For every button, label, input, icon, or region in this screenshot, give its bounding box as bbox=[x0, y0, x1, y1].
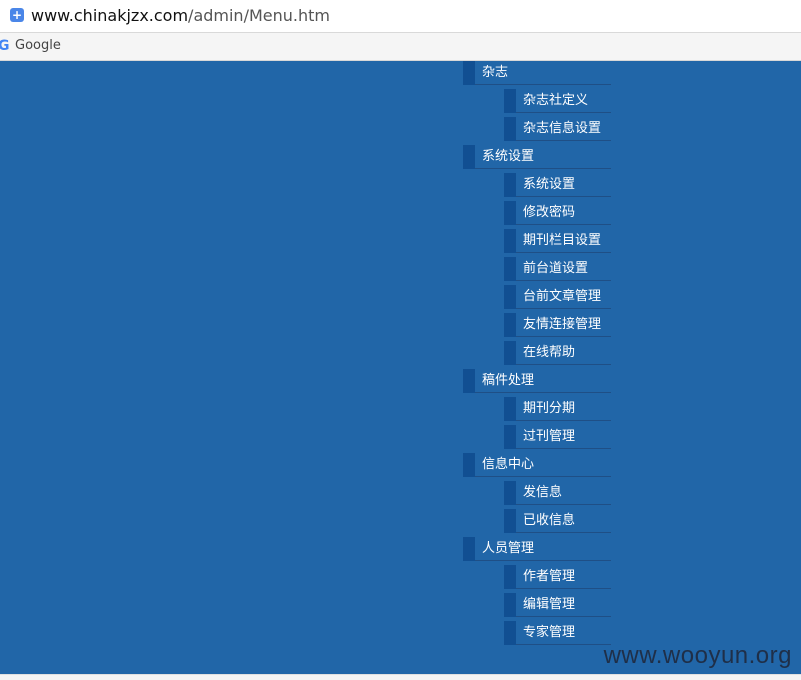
menu-section-label: 信息中心 bbox=[482, 457, 535, 472]
menu-marker bbox=[504, 481, 516, 505]
menu-item-label: 期刊栏目设置 bbox=[523, 233, 602, 248]
menu-item-label: 前台道设置 bbox=[523, 261, 589, 276]
menu-item-front-article-management[interactable]: 台前文章管理 bbox=[504, 285, 611, 309]
menu-marker bbox=[504, 285, 516, 309]
menu-marker bbox=[504, 397, 516, 421]
menu-marker bbox=[463, 61, 475, 85]
menu-item-author-management[interactable]: 作者管理 bbox=[504, 565, 611, 589]
menu-marker bbox=[504, 117, 516, 141]
menu-section-system-settings[interactable]: 系统设置 bbox=[463, 145, 611, 169]
menu-marker bbox=[504, 593, 516, 617]
url-text[interactable]: www.chinakjzx.com/admin/Menu.htm bbox=[31, 6, 330, 26]
menu-item-change-password[interactable]: 修改密码 bbox=[504, 201, 611, 225]
menu-item-label: 修改密码 bbox=[523, 205, 576, 220]
google-bookmark[interactable]: Google bbox=[15, 38, 61, 54]
menu-item-magazine-info-settings[interactable]: 杂志信息设置 bbox=[504, 117, 611, 141]
menu-marker bbox=[504, 509, 516, 533]
url-host: www.chinakjzx.com bbox=[31, 6, 189, 25]
menu-marker bbox=[504, 313, 516, 337]
menu-marker bbox=[504, 565, 516, 589]
menu-section-manuscript-processing[interactable]: 稿件处理 bbox=[463, 369, 611, 393]
menu-item-journal-issues[interactable]: 期刊分期 bbox=[504, 397, 611, 421]
menu-section-label: 系统设置 bbox=[482, 149, 535, 164]
menu-item-label: 系统设置 bbox=[523, 177, 576, 192]
menu-item-label: 友情连接管理 bbox=[523, 317, 602, 332]
menu-marker bbox=[463, 369, 475, 393]
browser-window: + www.chinakjzx.com/admin/Menu.htm G Goo… bbox=[0, 0, 801, 680]
menu-marker bbox=[504, 89, 516, 113]
bottom-strip bbox=[0, 674, 801, 680]
menu-marker bbox=[504, 621, 516, 645]
google-icon: G bbox=[0, 38, 10, 54]
menu-item-label: 杂志信息设置 bbox=[523, 121, 602, 136]
menu-item-expert-management[interactable]: 专家管理 bbox=[504, 621, 611, 645]
menu-item-label: 期刊分期 bbox=[523, 401, 576, 416]
menu-section-magazine[interactable]: 杂志 bbox=[463, 61, 611, 85]
address-bar[interactable]: + www.chinakjzx.com/admin/Menu.htm bbox=[0, 0, 801, 33]
menu-section-message-center[interactable]: 信息中心 bbox=[463, 453, 611, 477]
menu-marker bbox=[504, 229, 516, 253]
menu-section-label: 杂志 bbox=[482, 65, 509, 80]
menu-item-label: 过刊管理 bbox=[523, 429, 576, 444]
menu-section-label: 人员管理 bbox=[482, 541, 535, 556]
menu-marker bbox=[504, 201, 516, 225]
menu-item-front-channel-settings[interactable]: 前台道设置 bbox=[504, 257, 611, 281]
menu-item-journal-column-settings[interactable]: 期刊栏目设置 bbox=[504, 229, 611, 253]
menu-item-label: 专家管理 bbox=[523, 625, 576, 640]
menu-item-received-messages[interactable]: 已收信息 bbox=[504, 509, 611, 533]
menu-item-online-help[interactable]: 在线帮助 bbox=[504, 341, 611, 365]
watermark: www.wooyun.org bbox=[603, 642, 792, 669]
menu-marker bbox=[504, 173, 516, 197]
menu-item-label: 编辑管理 bbox=[523, 597, 576, 612]
menu-item-label: 台前文章管理 bbox=[523, 289, 602, 304]
menu-item-label: 发信息 bbox=[523, 485, 563, 500]
admin-menu-page: 杂志 杂志社定义 杂志信息设置 系统设置 系统设置 修改密码 期刊栏目设置 前台… bbox=[0, 61, 801, 674]
admin-menu: 杂志 杂志社定义 杂志信息设置 系统设置 系统设置 修改密码 期刊栏目设置 前台… bbox=[463, 61, 611, 649]
url-path: /admin/Menu.htm bbox=[188, 6, 330, 25]
menu-item-label: 在线帮助 bbox=[523, 345, 576, 360]
menu-marker bbox=[463, 537, 475, 561]
menu-marker bbox=[463, 453, 475, 477]
menu-marker bbox=[504, 425, 516, 449]
menu-item-system-settings[interactable]: 系统设置 bbox=[504, 173, 611, 197]
menu-item-label: 已收信息 bbox=[523, 513, 576, 528]
menu-item-label: 作者管理 bbox=[523, 569, 576, 584]
menu-item-past-issues-management[interactable]: 过刊管理 bbox=[504, 425, 611, 449]
menu-item-label: 杂志社定义 bbox=[523, 93, 589, 108]
menu-section-personnel-management[interactable]: 人员管理 bbox=[463, 537, 611, 561]
menu-item-send-message[interactable]: 发信息 bbox=[504, 481, 611, 505]
menu-marker bbox=[504, 257, 516, 281]
menu-section-label: 稿件处理 bbox=[482, 373, 535, 388]
menu-item-magazine-definition[interactable]: 杂志社定义 bbox=[504, 89, 611, 113]
menu-marker bbox=[463, 145, 475, 169]
menu-item-editor-management[interactable]: 编辑管理 bbox=[504, 593, 611, 617]
menu-item-friend-link-management[interactable]: 友情连接管理 bbox=[504, 313, 611, 337]
menu-marker bbox=[504, 341, 516, 365]
plus-icon: + bbox=[10, 8, 24, 22]
bookmarks-bar: G Google bbox=[0, 33, 801, 61]
